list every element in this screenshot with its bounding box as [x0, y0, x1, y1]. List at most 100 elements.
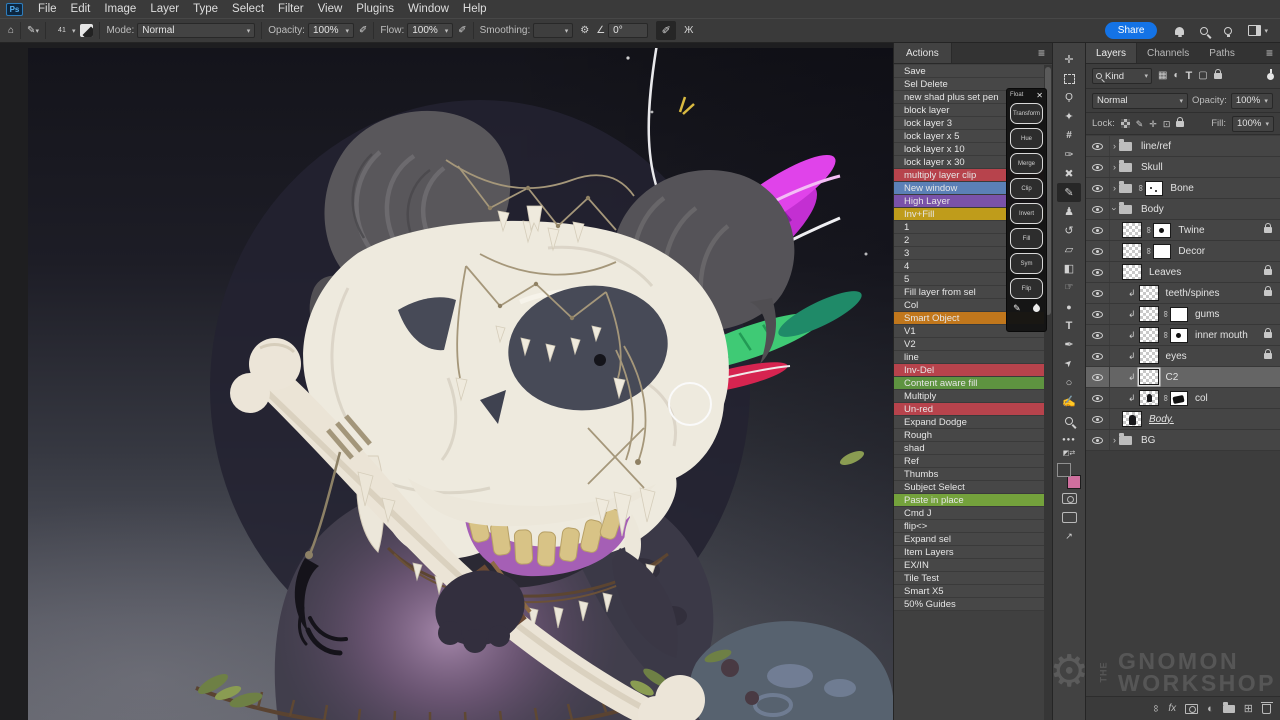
- menu-filter[interactable]: Filter: [271, 0, 311, 18]
- swap-colors-icon[interactable]: ◩⇄: [1063, 449, 1075, 459]
- visibility-toggle[interactable]: [1086, 430, 1110, 450]
- move-tool[interactable]: ✛: [1057, 50, 1081, 69]
- layer-row[interactable]: Body.: [1086, 409, 1280, 430]
- marquee-tool[interactable]: [1057, 69, 1081, 88]
- layer-thumbnail[interactable]: [1139, 306, 1159, 322]
- history-brush-tool[interactable]: ↺: [1057, 221, 1081, 240]
- action-item[interactable]: Smart X5: [894, 585, 1044, 598]
- float-button-sym[interactable]: Sym: [1010, 253, 1043, 274]
- eyedropper-tool[interactable]: ✑: [1057, 145, 1081, 164]
- visibility-toggle[interactable]: [1086, 304, 1110, 324]
- layer-thumbnail[interactable]: [1139, 327, 1159, 343]
- crop-tool[interactable]: #: [1057, 126, 1081, 145]
- quick-mask-button[interactable]: [1057, 489, 1081, 508]
- tab-paths[interactable]: Paths: [1199, 43, 1245, 63]
- color-chips[interactable]: [1057, 463, 1081, 489]
- action-item[interactable]: Content aware fill: [894, 377, 1044, 390]
- link-layers-icon[interactable]: ∞: [1150, 705, 1161, 712]
- blend-mode-select[interactable]: Normal ▾: [137, 23, 255, 38]
- discover-lightbulb-icon[interactable]: [1224, 27, 1232, 35]
- chevron-down-icon[interactable]: ▾: [1264, 27, 1268, 35]
- home-icon[interactable]: ⌂: [8, 25, 14, 36]
- adjustment-layer-icon[interactable]: ◐: [1207, 703, 1214, 715]
- expand-caret-icon[interactable]: ›: [1113, 183, 1116, 193]
- expand-caret-icon[interactable]: ›: [1113, 435, 1116, 445]
- notifications-bell-icon[interactable]: [1175, 27, 1184, 35]
- layer-mask-thumbnail[interactable]: [1170, 391, 1188, 406]
- canvas-area[interactable]: [0, 43, 893, 720]
- visibility-toggle[interactable]: [1086, 199, 1110, 219]
- action-item[interactable]: Inv-Del: [894, 364, 1044, 377]
- visibility-toggle[interactable]: [1086, 178, 1110, 198]
- healing-brush-tool[interactable]: ✚: [1057, 164, 1081, 183]
- smoothing-gear-icon[interactable]: ⚙: [580, 25, 589, 36]
- tab-layers[interactable]: Layers: [1086, 43, 1137, 63]
- collapse-caret-icon[interactable]: ›: [1110, 208, 1120, 211]
- layer-row[interactable]: ∞ Twine: [1086, 220, 1280, 241]
- visibility-toggle[interactable]: [1086, 325, 1110, 345]
- foreground-color-chip[interactable]: [1057, 463, 1071, 477]
- airbrush-opacity-pressure-icon[interactable]: ✐: [359, 25, 367, 36]
- layer-thumbnail[interactable]: [1139, 348, 1159, 364]
- type-tool[interactable]: T: [1057, 316, 1081, 335]
- layer-thumbnail[interactable]: [1122, 243, 1142, 259]
- layer-row[interactable]: Leaves: [1086, 262, 1280, 283]
- lock-artboard-icon[interactable]: ⊡: [1163, 119, 1171, 129]
- action-item[interactable]: Paste in place: [894, 494, 1044, 507]
- action-item[interactable]: Subject Select: [894, 481, 1044, 494]
- action-item[interactable]: 50% Guides: [894, 598, 1044, 611]
- float-button-flip[interactable]: Flip: [1010, 278, 1043, 299]
- menu-select[interactable]: Select: [225, 0, 271, 18]
- menu-help[interactable]: Help: [456, 0, 494, 18]
- layer-thumbnail[interactable]: [1122, 264, 1142, 280]
- action-item[interactable]: Multiply: [894, 390, 1044, 403]
- menu-edit[interactable]: Edit: [64, 0, 98, 18]
- filter-adjustment-layers-icon[interactable]: ◐: [1173, 71, 1179, 81]
- layer-row[interactable]: ∞ Decor: [1086, 241, 1280, 262]
- expand-caret-icon[interactable]: ›: [1113, 162, 1116, 172]
- share-image-button[interactable]: ↗: [1057, 527, 1081, 546]
- quick-selection-tool[interactable]: ✦: [1057, 107, 1081, 126]
- flow-select[interactable]: 100% ▾: [407, 23, 453, 38]
- visibility-toggle[interactable]: [1086, 409, 1110, 429]
- gradient-tool[interactable]: ◧: [1057, 259, 1081, 278]
- filter-pixel-layers-icon[interactable]: ▦: [1158, 71, 1167, 81]
- menu-layer[interactable]: Layer: [143, 0, 186, 18]
- screen-mode-button[interactable]: [1057, 508, 1081, 527]
- brush-angle-input[interactable]: 0°: [608, 23, 648, 38]
- layer-mask-thumbnail[interactable]: [1170, 307, 1188, 322]
- brush-tool-preset-icon[interactable]: ✎: [27, 25, 35, 36]
- action-item[interactable]: flip<>: [894, 520, 1044, 533]
- layer-style-fx-icon[interactable]: fx: [1168, 703, 1176, 714]
- menu-type[interactable]: Type: [186, 0, 225, 18]
- action-item[interactable]: Save: [894, 65, 1044, 78]
- pencil-icon[interactable]: ✎: [1013, 303, 1021, 314]
- action-item[interactable]: Cmd J: [894, 507, 1044, 520]
- visibility-toggle[interactable]: [1086, 136, 1110, 156]
- lasso-tool[interactable]: Ϙ: [1057, 88, 1081, 107]
- visibility-toggle[interactable]: [1086, 241, 1110, 261]
- layer-blend-mode-select[interactable]: Normal ▾: [1092, 93, 1188, 109]
- filter-shape-layers-icon[interactable]: ▢: [1198, 71, 1207, 81]
- smoothing-select[interactable]: ▾: [533, 23, 573, 38]
- layer-mask-thumbnail[interactable]: [1170, 328, 1188, 343]
- layer-row[interactable]: › Skull: [1086, 157, 1280, 178]
- zoom-tool[interactable]: [1057, 411, 1081, 430]
- clone-stamp-tool[interactable]: ♟: [1057, 202, 1081, 221]
- visibility-toggle[interactable]: [1086, 346, 1110, 366]
- lock-paint-icon[interactable]: ✎: [1136, 119, 1144, 129]
- action-item[interactable]: Ref: [894, 455, 1044, 468]
- menu-view[interactable]: View: [311, 0, 350, 18]
- visibility-toggle[interactable]: [1086, 262, 1110, 282]
- pressure-size-toggle[interactable]: ✐: [656, 21, 676, 40]
- airbrush-icon[interactable]: ✐: [458, 25, 466, 36]
- artwork-skull-shaman[interactable]: [28, 48, 893, 720]
- visibility-toggle[interactable]: [1086, 283, 1110, 303]
- action-item[interactable]: Tile Test: [894, 572, 1044, 585]
- layer-row[interactable]: ↲ eyes: [1086, 346, 1280, 367]
- menu-window[interactable]: Window: [401, 0, 456, 18]
- layer-mask-thumbnail[interactable]: [1153, 223, 1171, 238]
- layer-row[interactable]: ↲ ∞ gums: [1086, 304, 1280, 325]
- action-item[interactable]: EX/IN: [894, 559, 1044, 572]
- layer-fill-select[interactable]: 100% ▾: [1232, 116, 1274, 132]
